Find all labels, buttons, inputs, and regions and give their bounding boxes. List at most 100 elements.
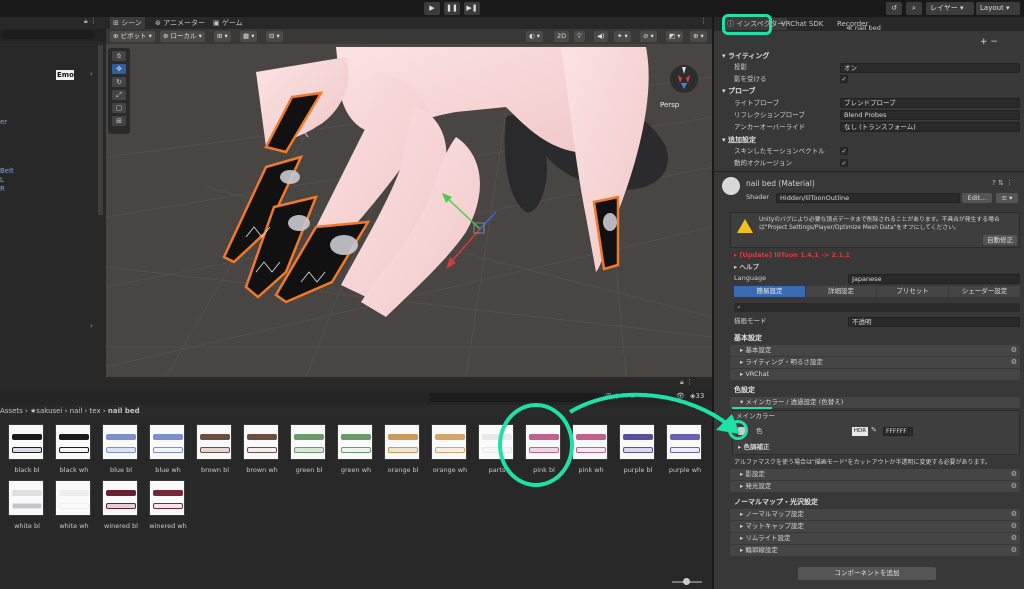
effects-icon[interactable]: ✦ ▾: [614, 31, 631, 42]
edit-shader-button[interactable]: Edit...: [962, 193, 992, 203]
hierarchy-search-input[interactable]: [2, 31, 94, 39]
persp-label[interactable]: Persp: [660, 101, 679, 109]
move-tool-icon[interactable]: ✥: [112, 64, 126, 74]
pause-button[interactable]: ❚❚: [444, 2, 460, 15]
hierarchy-item-belt[interactable]: Belt: [0, 167, 14, 175]
breadcrumb-tex[interactable]: tex: [90, 407, 101, 415]
fold-vrchat[interactable]: ▸ VRChat: [730, 369, 1020, 380]
scale-tool-icon[interactable]: ⤢: [112, 90, 126, 100]
list-icon[interactable]: ≡ ▾: [996, 193, 1018, 203]
fold-matcap[interactable]: ▸ マットキャップ設定 ⚙: [730, 521, 1020, 532]
lock-icon[interactable]: 🔒︎ ⋮: [84, 17, 97, 26]
hierarchy-item-l[interactable]: L: [0, 176, 4, 184]
fold-lighting-brightness[interactable]: ▸ ライティング・明るさ設定 ⚙: [730, 357, 1020, 368]
asset-item[interactable]: orange wh: [431, 424, 469, 474]
zoom-slider-handle[interactable]: [683, 578, 690, 585]
grid-snap-button[interactable]: ⊞ ▾: [214, 31, 231, 42]
gear-icon[interactable]: ⚙: [1011, 521, 1017, 532]
history-icon[interactable]: ↺: [886, 2, 902, 15]
light-probes-dropdown[interactable]: ブレンドプローブ: [840, 98, 1020, 108]
hdr-badge[interactable]: HDR: [852, 427, 868, 436]
tab-animator[interactable]: ⊛ アニメーター: [152, 17, 208, 29]
asset-item[interactable]: brown bl: [196, 424, 234, 474]
language-dropdown[interactable]: Japanese: [848, 274, 1020, 284]
add-remove-buttons[interactable]: + −: [980, 37, 998, 47]
fold-emission[interactable]: ▸ 発光設定 ⚙: [730, 481, 1020, 492]
asset-item[interactable]: white wh: [55, 480, 93, 530]
lighting-icon[interactable]: 💡︎: [574, 31, 585, 42]
tab-shader-settings[interactable]: シェーダー設定: [949, 286, 1020, 297]
tab-simple-settings[interactable]: 簡易設定: [734, 286, 805, 297]
asset-item[interactable]: white bl: [8, 480, 46, 530]
lighting-header[interactable]: ▾ ライティング: [722, 51, 769, 62]
breadcrumb-sakusei[interactable]: ★sakusei: [30, 407, 62, 415]
anchor-override-field[interactable]: なし (トランスフォーム): [840, 122, 1020, 132]
asset-item[interactable]: black bl: [8, 424, 46, 474]
asset-item[interactable]: green wh: [337, 424, 375, 474]
gizmo-z-axis[interactable]: [479, 211, 497, 230]
receive-shadows-checkbox[interactable]: ✓: [840, 75, 848, 83]
asset-item[interactable]: blue bl: [102, 424, 140, 474]
gear-icon[interactable]: ⚙: [1011, 345, 1017, 356]
shader-dropdown[interactable]: Hidden/lilToonOutline: [776, 193, 960, 203]
play-button[interactable]: ▶: [424, 2, 440, 15]
breadcrumb-assets[interactable]: Assets: [0, 407, 23, 415]
tab-scene[interactable]: ⊞ シーン: [110, 17, 145, 29]
reflection-probes-dropdown[interactable]: Blend Probes: [840, 110, 1020, 120]
gear-icon[interactable]: ⚙: [1011, 481, 1017, 492]
tab-vrchat-sdk[interactable]: VRChat SDK: [778, 18, 826, 30]
camera-icon[interactable]: ◩ ▾: [666, 31, 684, 42]
add-component-button[interactable]: コンポーネントを追加: [798, 567, 936, 580]
gear-icon[interactable]: ⚙: [1011, 469, 1017, 480]
layers-dropdown[interactable]: レイヤー ▾: [926, 2, 974, 15]
step-button[interactable]: ▶❚: [464, 2, 480, 15]
audio-icon[interactable]: ◀): [594, 31, 608, 42]
layout-dropdown[interactable]: Layout ▾: [976, 2, 1020, 15]
skinned-motion-checkbox[interactable]: ✓: [840, 147, 848, 155]
snap-toggle-button[interactable]: ⊟ ▾: [266, 31, 283, 42]
eyedropper-icon[interactable]: ✎: [871, 426, 877, 434]
help-fold[interactable]: ▸ ヘルプ: [734, 262, 759, 273]
asset-item[interactable]: winered bl: [102, 480, 140, 530]
update-notice[interactable]: ▸ [Update] lilToon 1.4.1 -> 2.1.1: [734, 250, 850, 261]
hex-color-input[interactable]: FFFFFF: [883, 427, 913, 436]
dynamic-occlusion-checkbox[interactable]: ✓: [840, 159, 848, 167]
rotate-tool-icon[interactable]: ↻: [112, 77, 126, 87]
search-icon[interactable]: ⌕: [906, 2, 922, 15]
pivot-dropdown[interactable]: ⊕ ピボット ▾: [110, 31, 155, 42]
asset-item[interactable]: blue wh: [149, 424, 187, 474]
chevron-right-icon[interactable]: ›: [90, 322, 93, 330]
breadcrumb-nail-bed[interactable]: nail bed: [108, 407, 140, 415]
tab-detailed-settings[interactable]: 詳細設定: [806, 286, 876, 297]
hidden-objects-icon[interactable]: ⊘ ▾: [640, 31, 657, 42]
project-lock-icon[interactable]: 🔒︎ ⋮: [680, 378, 693, 387]
auto-fix-button[interactable]: 自動修正: [983, 235, 1017, 245]
hierarchy-item-emo[interactable]: Emo: [56, 70, 74, 80]
asset-item[interactable]: green bl: [290, 424, 328, 474]
cast-shadows-dropdown[interactable]: オン: [840, 63, 1020, 73]
tab-game[interactable]: ▣ ゲーム: [210, 17, 246, 29]
gear-icon[interactable]: ⚙: [1011, 545, 1017, 556]
probes-header[interactable]: ▾ プローブ: [722, 86, 756, 97]
fold-basic-settings[interactable]: ▸ 基本設定 ⚙: [730, 345, 1020, 356]
asset-item[interactable]: orange bl: [384, 424, 422, 474]
local-dropdown[interactable]: ⊕ ローカル ▾: [160, 31, 205, 42]
breadcrumb-nail[interactable]: nail: [70, 407, 83, 415]
orientation-gizmo[interactable]: [670, 65, 698, 93]
asset-item[interactable]: winered wh: [149, 480, 187, 530]
fold-outline[interactable]: ▸ 輪郭線設定 ⚙: [730, 545, 1020, 556]
fold-shadow[interactable]: ▸ 影設定 ⚙: [730, 469, 1020, 480]
asset-item[interactable]: brown wh: [243, 424, 281, 474]
inspector-search-input[interactable]: ⌕: [734, 303, 1020, 312]
rect-tool-icon[interactable]: ▢: [112, 103, 126, 113]
chevron-right-icon[interactable]: ›: [90, 70, 93, 78]
asset-item[interactable]: black wh: [55, 424, 93, 474]
render-mode-dropdown[interactable]: 不透明: [848, 317, 1020, 327]
snap-increment-button[interactable]: ▦ ▾: [240, 31, 258, 42]
additional-settings-header[interactable]: ▾ 追加設定: [722, 135, 756, 146]
gear-icon[interactable]: ⚙: [1011, 357, 1017, 368]
hierarchy-item-r[interactable]: R: [0, 185, 5, 193]
hand-tool-icon[interactable]: ✋︎: [112, 51, 126, 61]
fold-rim-light[interactable]: ▸ リムライト設定 ⚙: [730, 533, 1020, 544]
menu-icon[interactable]: ⋮: [700, 17, 707, 25]
